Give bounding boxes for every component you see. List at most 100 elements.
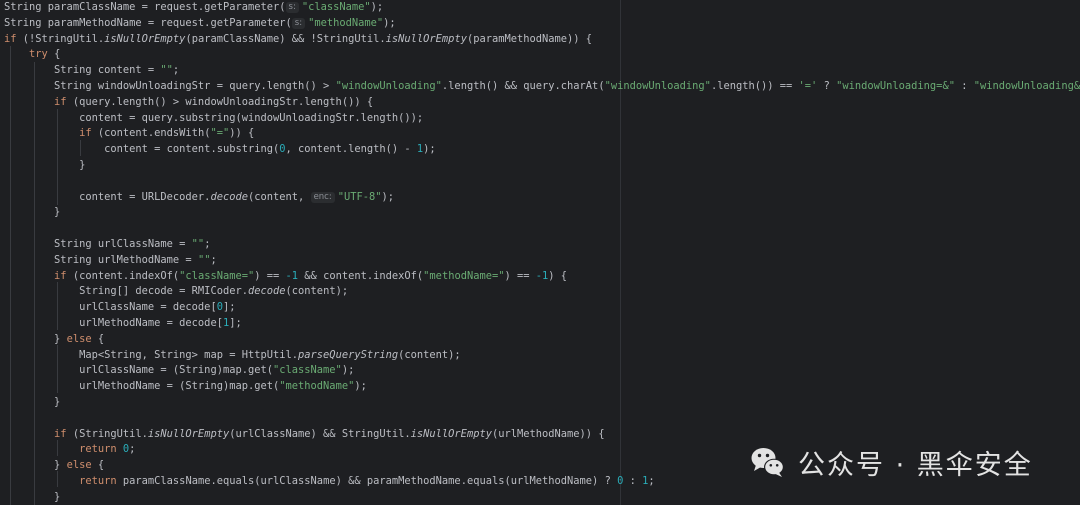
code-token: content = query.substring(windowUnloadin…	[4, 111, 424, 124]
code-line: content = content.substring(0, content.l…	[4, 142, 436, 158]
code-token: if	[79, 127, 92, 140]
code-line: }	[4, 490, 60, 505]
code-token: (content);	[285, 285, 349, 298]
code-token: content = URLDecoder.	[4, 190, 211, 203]
code-token: else	[66, 332, 92, 345]
code-token: try	[29, 48, 48, 61]
code-token: String paramMethodName = request.getPara…	[4, 16, 292, 29]
code-token: (urlClassName) && StringUtil.	[229, 427, 411, 440]
code-editor[interactable]: String paramClassName = request.getParam…	[0, 0, 1080, 505]
code-token: String windowUnloadingStr = query.length…	[4, 80, 336, 92]
code-token: ?	[817, 80, 837, 92]
code-line: } else {	[4, 458, 104, 474]
code-token: "windowUnloading&"	[973, 80, 1080, 92]
code-token: }	[4, 459, 67, 472]
code-line: if (StringUtil.isNullOrEmpty(urlClassNam…	[4, 427, 605, 443]
code-token: (StringUtil.	[66, 427, 148, 440]
code-token: if	[4, 32, 17, 45]
code-token: isNullOrEmpty	[147, 427, 230, 440]
code-token: isNullOrEmpty	[385, 32, 467, 45]
code-token: );	[370, 1, 384, 13]
code-token: "windowUnloading"	[335, 80, 442, 92]
code-line: return 0;	[4, 442, 135, 458]
code-token: if	[54, 95, 67, 108]
watermark-text: 公众号 · 黑伞安全	[798, 449, 1033, 481]
code-token: -1	[285, 269, 299, 282]
code-line: if (!StringUtil.isNullOrEmpty(paramClass…	[4, 32, 592, 48]
code-line: String windowUnloadingStr = query.length…	[4, 79, 1080, 95]
code-token: :	[623, 475, 643, 487]
right-margin-guide	[620, 0, 621, 505]
code-token: urlMethodName = (String)map.get(	[4, 380, 280, 393]
code-token: "UTF-8"	[337, 190, 382, 203]
code-token: }	[4, 159, 86, 171]
code-token: "="	[210, 127, 230, 140]
code-line: if (query.length() > windowUnloadingStr.…	[4, 95, 373, 111]
code-token: "methodName"	[279, 380, 355, 393]
code-token: String urlMethodName =	[4, 253, 198, 266]
parameter-hint: enc:	[310, 191, 335, 203]
code-token: (content.endsWith(	[91, 127, 211, 140]
code-line: urlClassName = (String)map.get("classNam…	[4, 363, 354, 379]
code-token: parseQueryString	[298, 348, 399, 361]
code-line: urlClassName = decode[0];	[4, 300, 235, 316]
code-token: "methodName"	[308, 16, 384, 29]
code-token: && content.indexOf(	[298, 269, 424, 282]
code-line: }	[4, 158, 85, 174]
code-token: }	[4, 490, 61, 503]
code-token: (content,	[248, 190, 311, 203]
code-token: -1	[535, 269, 549, 282]
code-token: return	[79, 475, 117, 487]
code-line: }	[4, 395, 60, 411]
code-token: (content);	[398, 348, 461, 361]
code-token: (content.indexOf(	[66, 269, 180, 282]
code-line: return paramClassName.equals(urlClassNam…	[4, 474, 655, 490]
code-token: .length()) ==	[710, 80, 799, 92]
code-token: else	[66, 459, 92, 472]
code-token: (!StringUtil.	[16, 32, 105, 45]
code-token: );	[383, 16, 396, 29]
parameter-hint: s:	[291, 17, 306, 29]
code-token: );	[381, 190, 395, 203]
code-token: ;	[210, 253, 217, 266]
code-token: , content.length() -	[285, 143, 417, 156]
code-line: String paramClassName = request.getParam…	[4, 0, 383, 16]
code-token: (paramMethodName)) {	[466, 32, 593, 45]
code-token: urlClassName = (String)map.get(	[4, 364, 273, 377]
code-token: if	[54, 269, 67, 282]
code-token: "className"	[301, 1, 371, 13]
code-token: }	[4, 332, 67, 345]
code-token: }	[4, 206, 61, 219]
wechat-icon	[751, 448, 784, 477]
code-token: "windowUnloading=&"	[836, 80, 955, 92]
code-token: if	[54, 427, 67, 440]
code-token: urlClassName = decode[	[4, 301, 217, 314]
code-token: );	[423, 143, 436, 156]
code-line: urlMethodName = decode[1];	[4, 316, 242, 332]
code-token: ) ==	[254, 269, 286, 282]
code-line: if (content.endsWith("=")) {	[4, 126, 254, 142]
code-line: content = query.substring(windowUnloadin…	[4, 111, 423, 127]
code-token: String[] decode = RMICoder.	[4, 285, 248, 298]
code-token: (urlMethodName)) {	[491, 427, 605, 440]
code-token: ""	[160, 64, 173, 77]
code-token: "className="	[179, 269, 255, 282]
code-token: ) {	[548, 269, 568, 282]
code-token: (query.length() > windowUnloadingStr.len…	[66, 95, 374, 108]
code-line: if (content.indexOf("className=") == -1 …	[4, 269, 567, 285]
code-line: String paramMethodName = request.getPara…	[4, 16, 396, 32]
code-token: ;	[204, 238, 211, 250]
code-token: ""	[191, 238, 205, 250]
code-token: urlMethodName = decode[	[4, 317, 223, 329]
code-token: .length() && query.charAt(	[441, 80, 605, 92]
code-token: decode	[210, 190, 248, 203]
code-line: try {	[4, 47, 60, 63]
code-token: Map<String, String> map = HttpUtil.	[4, 348, 299, 361]
code-token: {	[91, 459, 105, 472]
code-token: ;	[648, 475, 655, 487]
code-token: ];	[222, 301, 236, 314]
